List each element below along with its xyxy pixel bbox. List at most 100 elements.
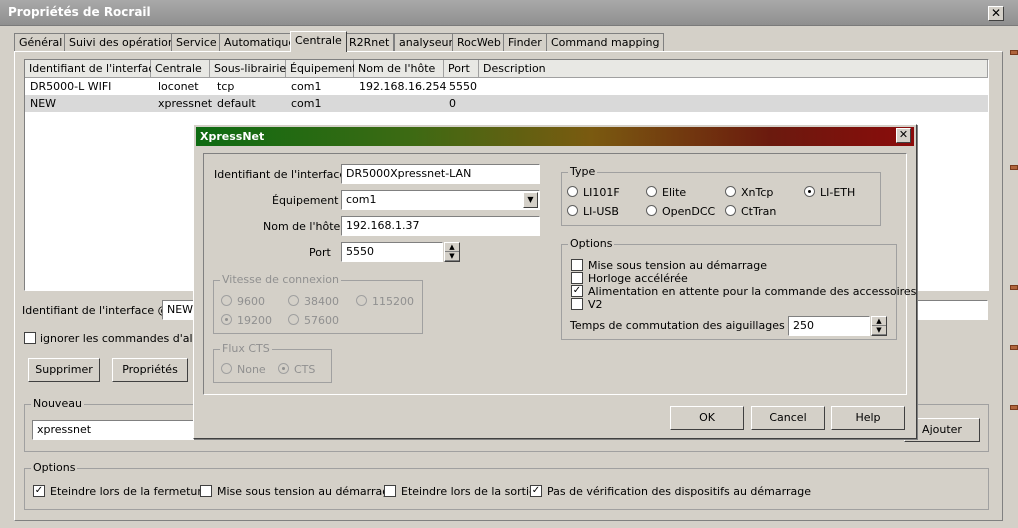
dlg-option-checkbox[interactable] <box>571 259 583 271</box>
type-label: Elite <box>662 186 687 199</box>
track-piece-icon <box>1010 50 1018 55</box>
switch-time-spinner[interactable]: ▲ ▼ <box>871 316 887 336</box>
tab-general[interactable]: Général <box>14 33 68 51</box>
new-type-select[interactable]: xpressnet <box>32 420 202 440</box>
dlg-option-checkbox[interactable] <box>571 272 583 284</box>
type-label: LI-USB <box>583 205 619 218</box>
col-header-centrale[interactable]: Centrale <box>151 60 210 78</box>
tab-service[interactable]: Service <box>171 33 222 51</box>
table-cell: 192.168.16.254 <box>359 80 447 93</box>
table-row[interactable]: NEW xpressnet default com1 0 <box>25 95 988 112</box>
type-radio[interactable] <box>804 186 815 197</box>
speed-label: 38400 <box>304 295 339 308</box>
dlg-interface-id-label: Identifiant de l'interface <box>214 168 347 181</box>
tab-suivi[interactable]: Suivi des opérations <box>64 33 186 51</box>
speed-label: 115200 <box>372 295 414 308</box>
type-label: LI101F <box>583 186 620 199</box>
speed-radio[interactable] <box>288 314 299 325</box>
speed-label: 57600 <box>304 314 339 327</box>
up-arrow-icon[interactable]: ▲ <box>445 243 459 252</box>
track-piece-icon <box>1010 285 1018 290</box>
interface-id-label: Identifiant de l'interface @ <box>22 304 169 317</box>
cts-radio[interactable] <box>278 363 289 374</box>
properties-button[interactable]: Propriétés <box>112 358 188 382</box>
dlg-option-label: V2 <box>588 298 603 311</box>
delete-button[interactable]: Supprimer <box>28 358 100 382</box>
table-cell: DR5000-L WIFI <box>30 80 112 93</box>
tab-finder[interactable]: Finder <box>503 33 547 51</box>
option-checkbox[interactable] <box>200 485 212 497</box>
dlg-device-value: com1 <box>346 193 377 206</box>
dlg-option-label: Alimentation en attente pour la commande… <box>588 285 917 298</box>
type-radio[interactable] <box>646 205 657 216</box>
table-row[interactable]: DR5000-L WIFI loconet tcp com1 192.168.1… <box>25 78 988 95</box>
type-radio[interactable] <box>725 186 736 197</box>
col-header-description[interactable]: Description <box>479 60 988 78</box>
window-titlebar: Propriétés de Rocrail ✕ <box>0 0 1018 26</box>
speed-label: 19200 <box>237 314 272 327</box>
switch-time-field[interactable]: 250 <box>788 316 870 336</box>
up-arrow-icon[interactable]: ▲ <box>872 317 886 326</box>
port-spinner[interactable]: ▲ ▼ <box>444 242 460 262</box>
tab-r2rnet[interactable]: R2Rnet <box>344 33 395 51</box>
dlg-interface-id-field[interactable]: DR5000Xpressnet-LAN <box>341 164 540 184</box>
col-header-host[interactable]: Nom de l'hôte <box>354 60 444 78</box>
tab-command-mapping[interactable]: Command mapping <box>546 33 665 51</box>
tab-rocweb[interactable]: RocWeb <box>452 33 506 51</box>
speed-radio[interactable] <box>288 295 299 306</box>
type-label: LI-ETH <box>820 186 856 199</box>
table-cell: com1 <box>291 97 322 110</box>
ignore-power-checkbox[interactable] <box>24 332 36 344</box>
table-cell: 5550 <box>449 80 477 93</box>
dlg-option-checkbox[interactable] <box>571 298 583 310</box>
type-label: XnTcp <box>741 186 774 199</box>
option-checkbox[interactable]: ✓ <box>33 485 45 497</box>
dlg-host-field[interactable]: 192.168.1.37 <box>341 216 540 236</box>
col-header-port[interactable]: Port <box>444 60 479 78</box>
cancel-button[interactable]: Cancel <box>751 406 825 430</box>
tab-automatique[interactable]: Automatique <box>219 33 301 51</box>
dialog-titlebar: XpressNet ✕ <box>196 127 914 146</box>
type-radio[interactable] <box>567 186 578 197</box>
chevron-down-icon[interactable]: ▼ <box>523 192 538 208</box>
speed-radio[interactable] <box>221 295 232 306</box>
window-close-icon[interactable]: ✕ <box>988 6 1004 21</box>
cts-radio[interactable] <box>221 363 232 374</box>
dlg-options-title: Options <box>568 237 615 250</box>
table-cell: com1 <box>291 80 322 93</box>
options-title: Options <box>31 461 78 474</box>
dlg-port-label: Port <box>309 246 331 259</box>
type-group-title: Type <box>568 165 598 178</box>
table-cell: loconet <box>158 80 199 93</box>
type-radio[interactable] <box>567 205 578 216</box>
dialog-title: XpressNet <box>200 130 265 143</box>
speed-radio[interactable] <box>356 295 367 306</box>
dlg-port-field[interactable]: 5550 <box>341 242 443 262</box>
option-label: Pas de vérification des dispositifs au d… <box>547 485 811 498</box>
ok-button[interactable]: OK <box>670 406 744 430</box>
type-label: CtTran <box>741 205 777 218</box>
tab-analyseur[interactable]: analyseur <box>394 33 459 51</box>
option-label: Mise sous tension au démarrage <box>217 485 396 498</box>
track-piece-icon <box>1010 165 1018 170</box>
dialog-close-icon[interactable]: ✕ <box>896 128 911 143</box>
type-radio[interactable] <box>646 186 657 197</box>
dlg-option-checkbox[interactable]: ✓ <box>571 285 583 297</box>
down-arrow-icon[interactable]: ▼ <box>445 252 459 261</box>
tab-centrale[interactable]: Centrale <box>290 31 347 52</box>
col-header-sublib[interactable]: Sous-librairie <box>210 60 286 78</box>
col-header-device[interactable]: Équipement <box>286 60 356 78</box>
col-header-id[interactable]: Identifiant de l'interface <box>25 60 161 78</box>
option-checkbox[interactable] <box>384 485 396 497</box>
down-arrow-icon[interactable]: ▼ <box>872 326 886 335</box>
table-cell: tcp <box>217 80 235 93</box>
speed-radio[interactable] <box>221 314 232 325</box>
help-button[interactable]: Help <box>831 406 905 430</box>
track-piece-icon <box>1010 405 1018 410</box>
table-cell: default <box>217 97 256 110</box>
type-radio[interactable] <box>725 205 736 216</box>
dlg-device-select[interactable]: com1 <box>341 190 540 210</box>
table-cell: 0 <box>449 97 456 110</box>
cts-group-title: Flux CTS <box>220 342 272 355</box>
option-checkbox[interactable]: ✓ <box>530 485 542 497</box>
